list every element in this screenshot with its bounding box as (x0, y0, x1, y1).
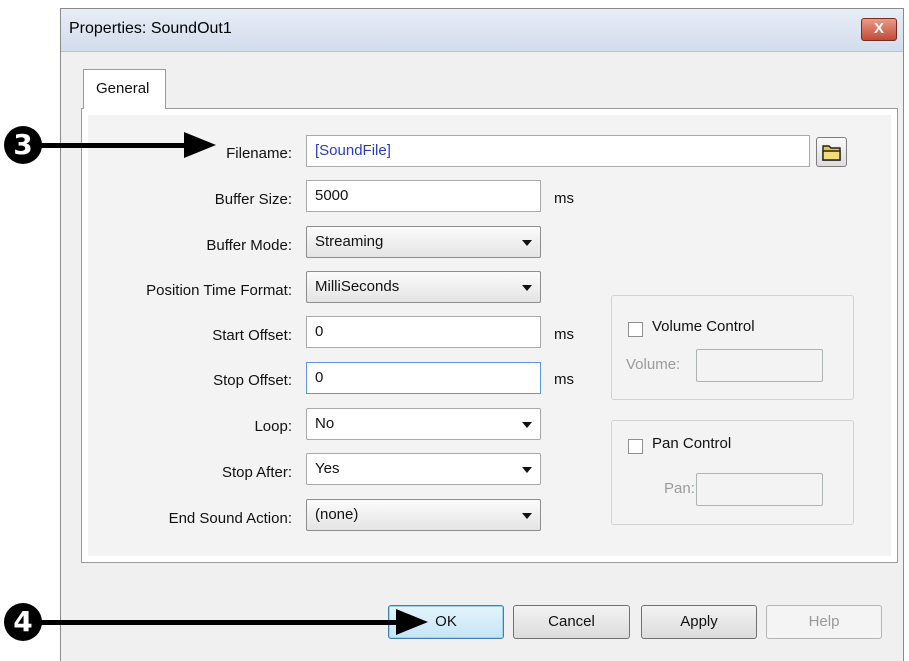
loop-label: Loop: (254, 418, 292, 435)
pan-field-label: Pan: (664, 480, 695, 497)
start-offset-unit: ms (554, 326, 574, 343)
pan-input[interactable] (696, 473, 823, 506)
stop-offset-input[interactable]: 0 (306, 362, 541, 394)
volume-control-group: Volume Control Volume: (611, 295, 854, 400)
stop-offset-unit: ms (554, 371, 574, 388)
loop-select[interactable]: No (306, 408, 541, 440)
folder-icon (822, 145, 841, 161)
callout-arrow-3-line (40, 143, 190, 148)
help-button[interactable]: Help (766, 605, 882, 639)
close-button[interactable]: X (861, 18, 897, 41)
callout-arrow-3-head (184, 132, 216, 158)
buffer-mode-label: Buffer Mode: (206, 237, 292, 254)
title-bar[interactable]: Properties: SoundOut1 X (61, 9, 903, 52)
pan-control-group: Pan Control Pan: (611, 420, 854, 525)
callout-marker-4: 4 (4, 603, 42, 641)
position-time-format-label: Position Time Format: (146, 282, 292, 299)
buffer-mode-value: Streaming (315, 233, 384, 250)
window-title: Properties: SoundOut1 (69, 20, 232, 37)
browse-button[interactable] (816, 137, 847, 167)
general-panel: Filename: Buffer Size: Buffer Mode: Posi… (81, 108, 898, 563)
pan-control-label: Pan Control (652, 435, 732, 452)
general-panel-content: Filename: Buffer Size: Buffer Mode: Posi… (88, 115, 891, 556)
end-sound-action-select[interactable]: (none) (306, 499, 541, 531)
end-sound-action-value: (none) (315, 506, 359, 523)
stop-offset-label: Stop Offset: (213, 372, 292, 389)
callout-marker-3: 3 (4, 126, 42, 164)
chevron-down-icon (522, 422, 532, 428)
tab-general[interactable]: General (83, 69, 166, 109)
callout-arrow-4-head (396, 609, 428, 635)
apply-button[interactable]: Apply (641, 605, 757, 639)
stop-after-label: Stop After: (221, 464, 292, 481)
start-offset-label: Start Offset: (212, 327, 292, 344)
stop-after-value: Yes (315, 460, 340, 477)
position-time-format-value: MilliSeconds (315, 278, 400, 295)
end-sound-action-label: End Sound Action: (168, 510, 292, 527)
callout-arrow-4-line (40, 620, 400, 625)
pan-control-checkbox[interactable] (628, 439, 643, 454)
volume-field-label: Volume: (626, 356, 681, 373)
stop-after-select[interactable]: Yes (306, 453, 541, 485)
tab-general-label: General (96, 80, 150, 97)
buffer-mode-select[interactable]: Streaming (306, 226, 541, 258)
filename-input[interactable]: [SoundFile] (306, 135, 810, 167)
loop-value: No (315, 415, 335, 432)
volume-control-label: Volume Control (652, 318, 755, 335)
chevron-down-icon (522, 467, 532, 473)
buffer-size-label: Buffer Size: (214, 191, 292, 208)
start-offset-input[interactable]: 0 (306, 316, 541, 348)
buffer-size-input[interactable]: 5000 (306, 180, 541, 212)
properties-dialog: Properties: SoundOut1 X General Filename… (60, 8, 904, 661)
chevron-down-icon (522, 285, 532, 291)
chevron-down-icon (522, 513, 532, 519)
volume-control-checkbox[interactable] (628, 322, 643, 337)
position-time-format-select[interactable]: MilliSeconds (306, 271, 541, 303)
buffer-size-unit: ms (554, 190, 574, 207)
cancel-button[interactable]: Cancel (513, 605, 630, 639)
chevron-down-icon (522, 240, 532, 246)
close-icon: X (873, 20, 884, 37)
volume-input[interactable] (696, 349, 823, 382)
labels-column: Filename: Buffer Size: Buffer Mode: Posi… (88, 115, 292, 556)
filename-label: Filename: (226, 145, 292, 162)
